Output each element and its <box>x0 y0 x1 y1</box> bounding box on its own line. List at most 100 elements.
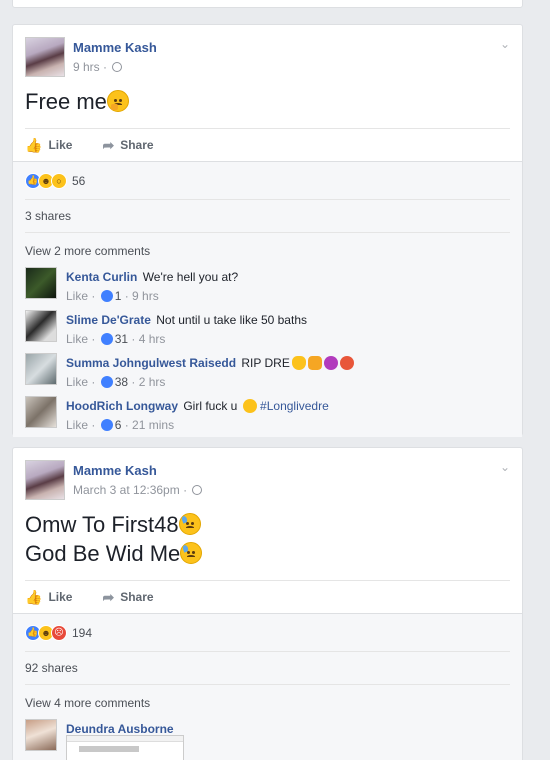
like-button[interactable]: 👍 Like <box>25 589 72 606</box>
comment-time[interactable]: 21 mins <box>132 418 174 432</box>
view-more-comments[interactable]: View 2 more comments <box>13 237 522 265</box>
post-actions: 👍 Like ➦ Share <box>13 581 522 613</box>
view-more-comments[interactable]: View 4 more comments <box>13 689 522 717</box>
like-label: Like <box>48 138 73 152</box>
reactions-summary[interactable]: 👍 ☻ ○ 56 <box>25 162 510 200</box>
share-arrow-icon: ➦ <box>102 136 115 153</box>
hashtag-link[interactable]: #Longlivedre <box>260 399 329 413</box>
post-text-line: Free me <box>25 89 107 114</box>
comment-like-link[interactable]: Like <box>66 418 88 432</box>
angry-reaction-icon: ☹ <box>51 624 67 641</box>
wow-reaction-icon: ○ <box>51 172 67 189</box>
like-badge-icon <box>100 290 113 302</box>
comment-like-count[interactable]: 31 <box>115 332 128 346</box>
comment-like-link[interactable]: Like <box>66 289 88 303</box>
commenter-name[interactable]: Summa Johngulwest Raisedd <box>66 356 236 370</box>
share-button[interactable]: ➦ Share <box>102 137 153 154</box>
comment-text: We're hell you at? <box>142 270 239 284</box>
comment-like-link[interactable]: Like <box>66 375 88 389</box>
post-meta: 9 hrs · <box>73 60 123 74</box>
comment: Deundra Ausborne <box>13 717 522 760</box>
share-button[interactable]: ➦ Share <box>102 589 153 606</box>
ok-hand-emoji-icon <box>291 356 306 370</box>
author-name[interactable]: Mamme Kash <box>73 463 157 478</box>
comment: Kenta Curlin We're hell you at? Like · 1… <box>13 265 522 308</box>
thumbs-up-icon: 👍 <box>25 588 43 605</box>
devil-emoji-icon <box>323 356 338 370</box>
like-button[interactable]: 👍 Like <box>25 137 72 154</box>
reaction-count: 56 <box>72 173 86 188</box>
post-meta: March 3 at 12:36pm · <box>73 483 203 497</box>
post-text: Free me <box>13 85 522 116</box>
thinking-emoji-icon <box>106 90 129 112</box>
like-badge-icon <box>100 333 113 345</box>
post-header: Mamme Kash 9 hrs · ⌄ <box>13 25 522 85</box>
comment-time[interactable]: 2 hrs <box>139 375 166 389</box>
globe-icon <box>112 62 123 72</box>
comment-time[interactable]: 4 hrs <box>139 332 166 346</box>
globe-icon <box>192 485 203 495</box>
commenter-name[interactable]: Kenta Curlin <box>66 270 137 284</box>
share-arrow-icon: ➦ <box>102 588 115 605</box>
thumbs-up-icon: 👍 <box>25 136 43 153</box>
downcast-sweat-emoji-icon <box>178 513 201 535</box>
chevron-down-icon[interactable]: ⌄ <box>500 460 510 474</box>
shares-label: 92 shares <box>25 661 78 675</box>
commenter-name[interactable]: Deundra Ausborne <box>66 722 174 736</box>
comment-text: RIP DRE <box>241 356 290 370</box>
commenter-name[interactable]: HoodRich Longway <box>66 399 178 413</box>
comment-like-count[interactable]: 1 <box>115 289 122 303</box>
comment-text: Not until u take like 50 baths <box>156 313 307 327</box>
comment: Summa Johngulwest Raisedd RIP DRE Like ·… <box>13 351 522 394</box>
post-time[interactable]: 9 hrs <box>73 60 100 74</box>
shares-label: 3 shares <box>25 209 72 223</box>
screenshot-status-bar <box>67 736 183 742</box>
commenter-avatar[interactable] <box>25 353 57 385</box>
post-footer: 👍 ☻ ☹ 194 92 shares View 4 more comments… <box>13 613 522 760</box>
post-header: Mamme Kash March 3 at 12:36pm · ⌄ <box>13 448 522 508</box>
chevron-down-icon[interactable]: ⌄ <box>500 37 510 51</box>
comment-time[interactable]: 9 hrs <box>132 289 159 303</box>
commenter-avatar[interactable] <box>25 310 57 342</box>
post-text-line: Omw To First48 <box>25 512 179 537</box>
share-label: Share <box>120 138 154 152</box>
author-avatar[interactable] <box>25 37 65 77</box>
tears-of-joy-emoji-icon <box>242 399 257 413</box>
like-badge-icon <box>100 419 113 431</box>
comment-like-count[interactable]: 6 <box>115 418 122 432</box>
post-text: Omw To First48 God Be Wid Me <box>13 508 522 568</box>
post: Mamme Kash 9 hrs · ⌄ Free me 👍 Like ➦ Sh… <box>12 24 523 437</box>
flexed-biceps-emoji-icon <box>307 356 322 370</box>
comment-meta: Like · 1 · 9 hrs <box>66 289 159 303</box>
comment-text: Girl fuck u <box>183 399 238 413</box>
reactions-summary[interactable]: 👍 ☻ ☹ 194 <box>25 614 510 652</box>
comment-meta: Like · 6 · 21 mins <box>66 418 175 432</box>
post-time[interactable]: March 3 at 12:36pm <box>73 483 180 497</box>
author-name[interactable]: Mamme Kash <box>73 40 157 55</box>
comment-image-attachment[interactable] <box>66 735 184 760</box>
comment: Slime De'Grate Not until u take like 50 … <box>13 308 522 351</box>
commenter-avatar[interactable] <box>25 267 57 299</box>
share-label: Share <box>120 590 154 604</box>
downcast-sweat-emoji-icon <box>180 542 203 564</box>
post-footer: 👍 ☻ ○ 56 3 shares View 2 more comments K… <box>13 161 522 437</box>
post: Mamme Kash March 3 at 12:36pm · ⌄ Omw To… <box>12 447 523 760</box>
shares-count[interactable]: 92 shares <box>25 652 510 685</box>
comment-meta: Like · 38 · 2 hrs <box>66 375 166 389</box>
like-badge-icon <box>100 376 113 388</box>
post-actions: 👍 Like ➦ Share <box>13 129 522 161</box>
post-text-line: God Be Wid Me <box>25 541 181 566</box>
commenter-avatar[interactable] <box>25 719 57 751</box>
reaction-count: 194 <box>72 625 93 640</box>
angry-face-emoji-icon <box>339 356 354 370</box>
screenshot-content <box>79 746 139 752</box>
comment-like-count[interactable]: 38 <box>115 375 128 389</box>
comment: HoodRich Longway Girl fuck u #Longlivedr… <box>13 394 522 437</box>
commenter-name[interactable]: Slime De'Grate <box>66 313 151 327</box>
author-avatar[interactable] <box>25 460 65 500</box>
shares-count[interactable]: 3 shares <box>25 200 510 233</box>
comment-like-link[interactable]: Like <box>66 332 88 346</box>
commenter-avatar[interactable] <box>25 396 57 428</box>
comment-meta: Like · 31 · 4 hrs <box>66 332 166 346</box>
previous-post-card <box>12 0 523 8</box>
